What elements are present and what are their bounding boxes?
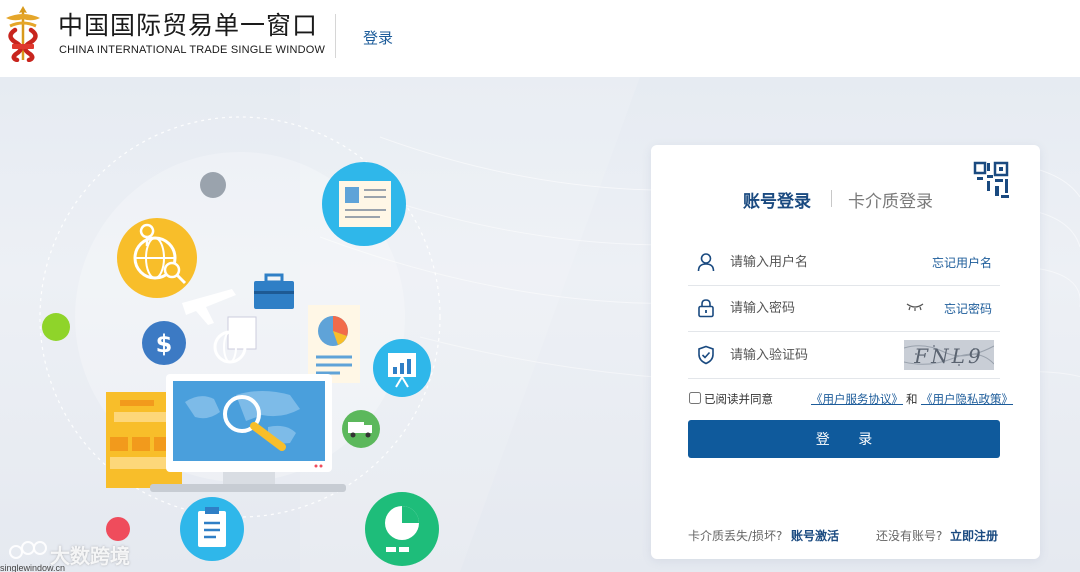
account-activate-link[interactable]: 账号激活 bbox=[791, 527, 839, 544]
globe-search-icon bbox=[117, 218, 197, 298]
header-login-link[interactable]: 登录 bbox=[363, 27, 393, 48]
username-row: 忘记用户名 bbox=[688, 239, 1000, 286]
presentation-chart-icon bbox=[373, 339, 431, 397]
lock-icon bbox=[698, 299, 714, 318]
dollar-icon: $ bbox=[142, 321, 186, 365]
password-row: 忘记密码 bbox=[688, 285, 1000, 332]
eye-closed-icon[interactable] bbox=[906, 302, 924, 312]
brand-subtitle: CHINA INTERNATIONAL TRADE SINGLE WINDOW bbox=[59, 44, 326, 56]
id-card-icon bbox=[322, 162, 406, 246]
captcha-image[interactable]: FNL9 bbox=[904, 340, 994, 370]
captcha-text: FNL9 bbox=[913, 344, 983, 368]
password-input[interactable] bbox=[730, 295, 900, 321]
donut-chart-icon bbox=[365, 492, 439, 566]
captcha-input[interactable] bbox=[730, 342, 900, 368]
privacy-policy-link[interactable]: 《用户隐私政策》 bbox=[921, 391, 1013, 407]
forgot-password-link[interactable]: 忘记密码 bbox=[944, 300, 992, 317]
header-divider bbox=[335, 14, 336, 58]
agreement-conjunction: 和 bbox=[906, 392, 918, 406]
agreement-checkbox[interactable] bbox=[689, 392, 701, 404]
login-submit-button[interactable]: 登 录 bbox=[688, 420, 1000, 458]
shield-check-icon bbox=[698, 345, 714, 365]
card-lost-text: 卡介质丢失/损坏? bbox=[688, 529, 783, 543]
register-link[interactable]: 立即注册 bbox=[950, 527, 998, 544]
agreement-row: 已阅读并同意 《用户服务协议》 和 《用户隐私政策》 bbox=[688, 390, 1013, 408]
user-icon bbox=[697, 253, 715, 272]
login-card: 账号登录 卡介质登录 忘记用户名 忘记密码 bbox=[651, 145, 1040, 559]
login-tabs: 账号登录 卡介质登录 bbox=[651, 187, 1040, 213]
site-header: 中国国际贸易单一窗口 CHINA INTERNATIONAL TRADE SIN… bbox=[0, 0, 1080, 77]
forgot-username-link[interactable]: 忘记用户名 bbox=[932, 254, 992, 271]
agreement-text: 已阅读并同意 bbox=[704, 392, 773, 406]
captcha-row: FNL9 bbox=[688, 332, 1000, 379]
svg-text:$: $ bbox=[156, 330, 173, 358]
clipboard-icon bbox=[180, 497, 244, 561]
no-account-text: 还没有账号? bbox=[876, 529, 943, 543]
username-input[interactable] bbox=[730, 249, 900, 275]
hero-illustration: $ bbox=[39, 116, 441, 566]
tab-card-login[interactable]: 卡介质登录 bbox=[848, 187, 933, 212]
pie-report-icon bbox=[308, 305, 360, 383]
tab-separator bbox=[831, 190, 832, 207]
card-footer: 卡介质丢失/损坏? 账号激活 还没有账号? 立即注册 bbox=[688, 527, 1002, 545]
truck-icon bbox=[342, 410, 380, 448]
grey-dot bbox=[200, 172, 226, 198]
service-agreement-link[interactable]: 《用户服务协议》 bbox=[811, 391, 903, 407]
tab-account-login[interactable]: 账号登录 bbox=[743, 187, 811, 212]
green-dot bbox=[42, 313, 70, 341]
emblem-logo[interactable] bbox=[2, 4, 44, 62]
watermark-url: singlewindow.cn bbox=[0, 563, 66, 572]
brand-title: 中国国际贸易单一窗口 bbox=[58, 11, 319, 40]
